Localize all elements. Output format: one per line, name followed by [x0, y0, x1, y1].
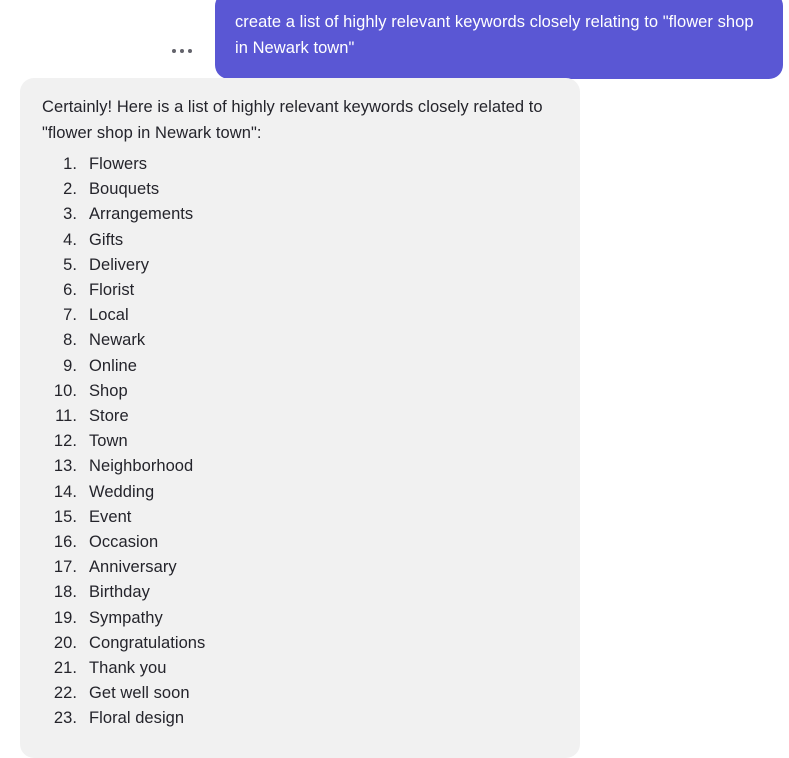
keyword-list-item: Online: [33, 354, 137, 379]
keyword-list-item: Florist: [33, 278, 135, 303]
assistant-intro-text: Certainly! Here is a list of highly rele…: [42, 98, 543, 142]
keyword-list-item: Sympathy: [33, 606, 163, 631]
keyword-list-item: Store: [33, 404, 129, 429]
ellipsis-dot-3: [188, 48, 192, 53]
keyword-list-item: Flowers: [33, 152, 148, 177]
keyword-list-item: Get well soon: [33, 681, 190, 706]
keyword-list-item: Floral design: [33, 706, 185, 731]
keyword-list-item: Town: [33, 429, 128, 454]
keyword-list-item: Gifts: [33, 228, 124, 253]
keyword-list-item: Birthday: [33, 580, 150, 605]
keyword-list-item: Thank you: [33, 656, 167, 681]
user-message-row: create a list of highly relevant keyword…: [0, 0, 789, 79]
assistant-message-bubble: Certainly! Here is a list of highly rele…: [20, 78, 580, 758]
keyword-list-item: Arrangements: [33, 202, 194, 227]
keyword-list-item: Congratulations: [33, 631, 206, 656]
keyword-list-item: Neighborhood: [33, 454, 194, 479]
keyword-list-item: Local: [33, 303, 129, 328]
keyword-list-item: Event: [33, 505, 132, 530]
user-message-bubble: create a list of highly relevant keyword…: [215, 0, 783, 79]
keyword-list-item: Delivery: [33, 253, 149, 278]
ellipsis-dot-1: [172, 48, 176, 53]
chat-conversation: create a list of highly relevant keyword…: [0, 0, 789, 758]
ellipsis-dot-2: [180, 48, 184, 53]
keyword-list-item: Bouquets: [33, 177, 160, 202]
ellipsis-horizontal-icon[interactable]: [165, 34, 199, 68]
keyword-list-item: Newark: [33, 328, 146, 353]
keyword-list: Flowers Bouquets Arrangements Gifts Delivery…: [33, 152, 558, 732]
keyword-list-item: Anniversary: [33, 555, 177, 580]
keyword-list-item: Wedding: [33, 480, 155, 505]
keyword-list-item: Shop: [33, 379, 128, 404]
keyword-list-item: Occasion: [33, 530, 159, 555]
assistant-message-row: Certainly! Here is a list of highly rele…: [20, 78, 580, 758]
